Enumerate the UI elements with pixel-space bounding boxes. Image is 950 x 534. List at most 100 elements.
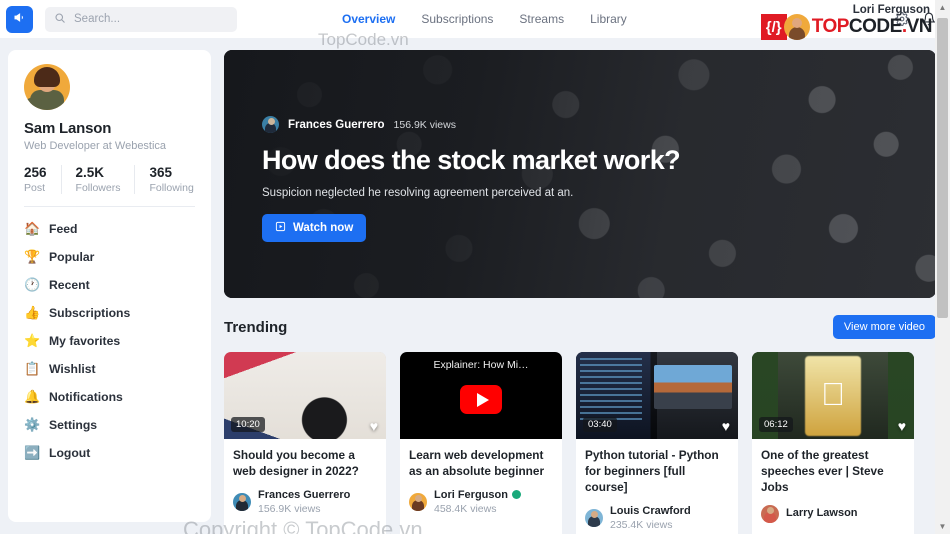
youtube-play-icon[interactable] bbox=[460, 385, 502, 414]
sidebar-item-label: Recent bbox=[49, 278, 90, 292]
avatar[interactable] bbox=[761, 504, 779, 523]
video-card[interactable]: 03:40 ♥ Python tutorial - Python for beg… bbox=[576, 352, 738, 534]
main-content: Frances Guerrero 156.9K views How does t… bbox=[224, 50, 936, 534]
video-title: Learn web development as an absolute beg… bbox=[409, 448, 545, 478]
video-author: Lori Ferguson bbox=[434, 489, 521, 501]
avatar[interactable] bbox=[409, 492, 427, 511]
video-title: One of the greatest speeches ever | Stev… bbox=[761, 448, 884, 494]
video-thumbnail[interactable]: Explainer: How Mi… bbox=[400, 352, 562, 439]
sidebar-item-label: Feed bbox=[49, 222, 78, 236]
page-scrollbar[interactable]: ▲ ▼ bbox=[935, 0, 950, 534]
star-icon: ⭐ bbox=[24, 333, 41, 348]
video-author: Larry Lawson bbox=[786, 506, 858, 519]
stat-followers-value: 2.5K bbox=[75, 165, 105, 180]
hero-title: How does the stock market work? bbox=[262, 145, 681, 175]
brand-top-text: TOP bbox=[811, 16, 850, 37]
sidebar-item-label: Notifications bbox=[49, 390, 123, 404]
hero-author-avatar[interactable] bbox=[262, 116, 279, 133]
sidebar-item-notifications[interactable]: 🔔 Notifications bbox=[24, 383, 195, 411]
stat-post[interactable]: 256 Post bbox=[24, 165, 62, 194]
page-body: Sam Lanson Web Developer at Webestica 25… bbox=[0, 38, 950, 534]
stat-followers-label: Followers bbox=[75, 182, 121, 194]
search-box[interactable] bbox=[45, 6, 237, 32]
sidebar-item-label: Subscriptions bbox=[49, 306, 131, 320]
video-title: Python tutorial - Python for beginners [… bbox=[585, 448, 719, 494]
apple-logo-icon:  bbox=[821, 378, 845, 410]
trending-header: Trending View more video bbox=[224, 315, 936, 339]
video-title: Should you become a web designer in 2022… bbox=[233, 448, 359, 478]
hero-views: 156.9K views bbox=[393, 118, 456, 131]
home-icon: 🏠 bbox=[24, 221, 41, 236]
hero-author-name: Frances Guerrero bbox=[288, 118, 385, 131]
brand-mark-icon: {/} bbox=[760, 14, 787, 40]
video-card[interactable]:  06:12 ♥ One of the greatest speeches e… bbox=[752, 352, 914, 534]
search-input[interactable] bbox=[74, 13, 228, 25]
avatar[interactable] bbox=[233, 492, 251, 511]
sidebar-item-label: Settings bbox=[49, 418, 98, 432]
verified-badge-icon bbox=[511, 490, 521, 500]
avatar[interactable] bbox=[24, 64, 70, 110]
divider bbox=[24, 206, 195, 207]
bell-icon: 🔔 bbox=[24, 389, 41, 404]
scroll-up-arrow-icon[interactable]: ▲ bbox=[935, 0, 950, 15]
profile-name: Sam Lanson bbox=[24, 120, 112, 137]
watch-now-label: Watch now bbox=[293, 222, 354, 234]
gear-icon: ⚙️ bbox=[24, 417, 41, 432]
video-thumbnail[interactable]:  06:12 ♥ bbox=[752, 352, 914, 439]
video-author: Frances Guerrero bbox=[258, 488, 351, 501]
trophy-icon: 🏆 bbox=[24, 249, 41, 264]
section-title: Trending bbox=[224, 318, 288, 336]
sidebar-item-wishlist[interactable]: 📋 Wishlist bbox=[24, 355, 195, 383]
video-author-name: Lori Ferguson bbox=[434, 488, 508, 501]
app-logo[interactable] bbox=[6, 5, 33, 33]
duration-badge: 06:12 bbox=[759, 417, 793, 432]
brand-vn-text: VN bbox=[906, 16, 933, 37]
video-card[interactable]: 10:20 ♥ Should you become a web designer… bbox=[224, 352, 386, 534]
sidebar-item-feed[interactable]: 🏠 Feed bbox=[24, 215, 195, 243]
sidebar-item-popular[interactable]: 🏆 Popular bbox=[24, 243, 195, 271]
sidebar-item-recent[interactable]: 🕐 Recent bbox=[24, 271, 195, 299]
video-thumbnail[interactable]: 03:40 ♥ bbox=[576, 352, 738, 439]
avatar[interactable] bbox=[585, 508, 603, 527]
video-author: Louis Crawford bbox=[610, 504, 691, 517]
favorite-heart-icon[interactable]: ♥ bbox=[898, 419, 906, 433]
sidebar-item-label: Logout bbox=[49, 446, 91, 460]
favorite-heart-icon[interactable]: ♥ bbox=[722, 419, 730, 433]
sidebar-item-label: Wishlist bbox=[49, 362, 96, 376]
video-card[interactable]: Explainer: How Mi… Learn web development… bbox=[400, 352, 562, 534]
main-nav: Overview Subscriptions Streams Library bbox=[342, 12, 627, 26]
favorite-heart-icon[interactable]: ♥ bbox=[370, 419, 378, 433]
stat-following[interactable]: 365 Following bbox=[149, 165, 207, 194]
stat-followers[interactable]: 2.5K Followers bbox=[76, 165, 136, 194]
sidebar-item-my-favorites[interactable]: ⭐ My favorites bbox=[24, 327, 195, 355]
video-views: 156.9K views bbox=[258, 502, 321, 515]
nav-item-streams[interactable]: Streams bbox=[519, 12, 564, 26]
nav-item-subscriptions[interactable]: Subscriptions bbox=[421, 12, 493, 26]
trending-cards: 10:20 ♥ Should you become a web designer… bbox=[224, 352, 936, 534]
profile-role: Web Developer at Webestica bbox=[24, 140, 167, 152]
brand-avatar bbox=[783, 14, 810, 40]
search-icon bbox=[54, 12, 66, 27]
clock-icon: 🕐 bbox=[24, 277, 41, 292]
clipboard-icon: 📋 bbox=[24, 361, 41, 376]
video-thumbnail[interactable]: 10:20 ♥ bbox=[224, 352, 386, 439]
nav-item-overview[interactable]: Overview bbox=[342, 12, 395, 26]
hero-banner[interactable]: Frances Guerrero 156.9K views How does t… bbox=[224, 50, 936, 298]
video-views: 235.4K views bbox=[610, 518, 673, 531]
view-more-video-button[interactable]: View more video bbox=[832, 315, 936, 339]
sidebar-item-settings[interactable]: ⚙️ Settings bbox=[24, 411, 195, 439]
logout-arrow-icon: ➡️ bbox=[24, 445, 41, 460]
hero-meta: Frances Guerrero 156.9K views bbox=[262, 116, 936, 133]
scrollbar-thumb[interactable] bbox=[937, 18, 948, 318]
youtube-overlay-title: Explainer: How Mi… bbox=[433, 359, 529, 371]
sidebar-item-subscriptions[interactable]: 👍 Subscriptions bbox=[24, 299, 195, 327]
sidebar-menu: 🏠 Feed 🏆 Popular 🕐 Recent 👍 Subscription… bbox=[24, 215, 195, 467]
sidebar-item-logout[interactable]: ➡️ Logout bbox=[24, 439, 195, 467]
brand-code-text: CODE bbox=[848, 16, 902, 37]
sidebar: Sam Lanson Web Developer at Webestica 25… bbox=[8, 50, 211, 522]
watch-now-button[interactable]: Watch now bbox=[262, 214, 367, 242]
thumbs-up-icon: 👍 bbox=[24, 305, 41, 320]
scroll-down-arrow-icon[interactable]: ▼ bbox=[935, 519, 950, 534]
stat-post-value: 256 bbox=[24, 165, 47, 180]
nav-item-library[interactable]: Library bbox=[590, 12, 627, 26]
